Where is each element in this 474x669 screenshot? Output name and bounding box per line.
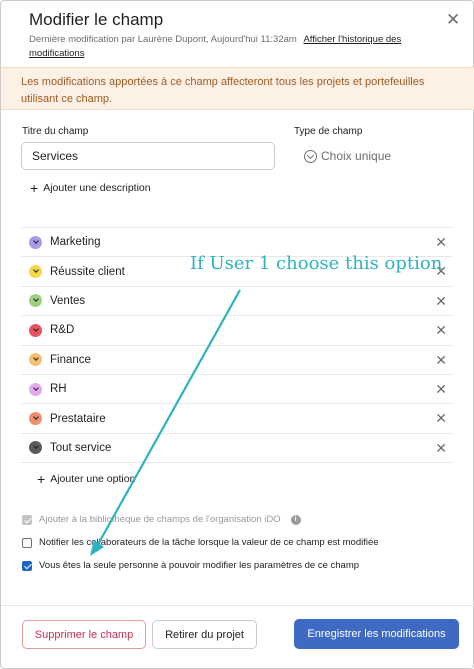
color-dot-icon[interactable] <box>29 265 42 279</box>
last-modified-info: Dernière modification par Laurène Dupont… <box>29 33 429 61</box>
dialog-title: Modifier le champ <box>29 10 164 29</box>
remove-option-icon[interactable]: ✕ <box>435 382 447 396</box>
option-label[interactable]: RH <box>50 383 67 395</box>
option-row[interactable]: RH ✕ <box>21 375 453 405</box>
color-dot-icon[interactable] <box>29 235 42 249</box>
color-dot-icon[interactable] <box>29 412 42 426</box>
warning-banner: Les modifications apportées à ce champ a… <box>1 67 474 110</box>
option-row[interactable]: R&D ✕ <box>21 316 453 346</box>
add-description-button[interactable]: + Ajouter une description <box>30 180 151 196</box>
option-row[interactable]: Finance ✕ <box>21 346 453 375</box>
only-you-checkbox[interactable] <box>22 560 32 571</box>
only-you-checkbox-label: Vous êtes la seule personne à pouvoir mo… <box>39 560 360 571</box>
remove-option-icon[interactable]: ✕ <box>435 353 447 367</box>
last-modified-text: Dernière modification par Laurène Dupont… <box>29 34 297 45</box>
option-label[interactable]: R&D <box>50 324 74 336</box>
field-type-label: Type de champ <box>294 126 363 137</box>
option-label[interactable]: Tout service <box>50 442 111 454</box>
color-dot-icon[interactable] <box>29 323 42 337</box>
option-label[interactable]: Ventes <box>50 295 85 307</box>
field-name-label: Titre du champ <box>22 126 89 137</box>
plus-icon: + <box>37 471 46 487</box>
library-checkbox-row: Ajouter à la bibliothèque de champs de l… <box>22 514 301 525</box>
remove-option-icon[interactable]: ✕ <box>435 441 447 455</box>
option-row[interactable]: Prestataire ✕ <box>21 404 453 434</box>
add-description-label: Ajouter une description <box>43 182 151 194</box>
option-row[interactable]: Tout service ✕ <box>21 434 453 464</box>
notify-checkbox-row[interactable]: Notifier les collaborateurs de la tâche … <box>22 537 379 548</box>
field-type-value[interactable]: Choix unique <box>304 149 391 163</box>
plus-icon: + <box>30 180 39 196</box>
add-option-button[interactable]: + Ajouter une option <box>37 471 136 487</box>
close-icon[interactable]: ✕ <box>446 11 460 29</box>
color-dot-icon[interactable] <box>29 294 42 308</box>
color-dot-icon[interactable] <box>29 382 42 396</box>
only-you-checkbox-row[interactable]: Vous êtes la seule personne à pouvoir mo… <box>22 560 359 571</box>
library-checkbox-label: Ajouter à la bibliothèque de champs de l… <box>39 514 281 525</box>
color-dot-icon[interactable] <box>29 441 42 455</box>
remove-option-icon[interactable]: ✕ <box>435 411 447 425</box>
remove-from-project-button[interactable]: Retirer du projet <box>152 620 257 649</box>
option-label[interactable]: Réussite client <box>50 266 125 278</box>
remove-option-icon[interactable]: ✕ <box>435 294 447 308</box>
add-option-label: Ajouter une option <box>50 473 136 485</box>
single-choice-icon <box>304 149 317 163</box>
edit-field-dialog: Modifier le champ ✕ Dernière modificatio… <box>0 0 474 669</box>
remove-option-icon[interactable]: ✕ <box>435 323 447 337</box>
option-label[interactable]: Finance <box>50 354 91 366</box>
library-checkbox <box>22 514 32 525</box>
delete-field-button[interactable]: Supprimer le champ <box>22 620 146 649</box>
field-type-text: Choix unique <box>321 149 392 163</box>
annotation-text: If User 1 choose this option <box>190 253 443 274</box>
option-label[interactable]: Marketing <box>50 236 101 248</box>
option-label[interactable]: Prestataire <box>50 413 106 425</box>
option-row[interactable]: Ventes ✕ <box>21 287 453 317</box>
footer-divider <box>1 605 474 606</box>
field-name-input[interactable] <box>21 142 275 170</box>
color-dot-icon[interactable] <box>29 353 42 367</box>
save-changes-button[interactable]: Enregistrer les modifications <box>294 619 459 649</box>
remove-option-icon[interactable]: ✕ <box>435 235 447 249</box>
notify-checkbox[interactable] <box>22 537 32 548</box>
notify-checkbox-label: Notifier les collaborateurs de la tâche … <box>39 537 379 548</box>
info-icon[interactable]: i <box>290 514 301 525</box>
